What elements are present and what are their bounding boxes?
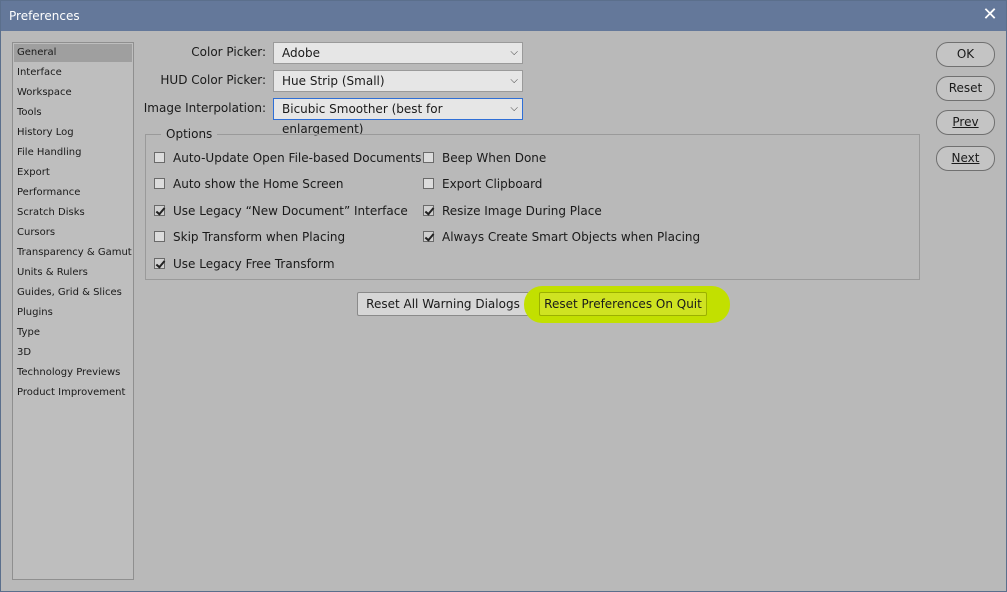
option-label: Resize Image During Place: [442, 204, 602, 218]
option-label: Auto show the Home Screen: [173, 177, 344, 191]
color-picker-label: Color Picker:: [191, 45, 266, 59]
checkbox-unchecked-icon[interactable]: [154, 178, 165, 189]
sidebar-item-type[interactable]: Type: [14, 324, 132, 342]
checkbox-checked-icon[interactable]: [154, 258, 165, 269]
sidebar-item-units-rulers[interactable]: Units & Rulers: [14, 264, 132, 282]
sidebar-item-tools[interactable]: Tools: [14, 104, 132, 122]
sidebar-item-export[interactable]: Export: [14, 164, 132, 182]
title-bar: Preferences ✕: [1, 1, 1006, 31]
window-title: Preferences: [9, 9, 80, 23]
option-label: Beep When Done: [442, 151, 547, 165]
sidebar-item-cursors[interactable]: Cursors: [14, 224, 132, 242]
preferences-sidebar: General Interface Workspace Tools History Lo…: [12, 42, 134, 580]
option-label: Use Legacy “New Document” Interface: [173, 204, 408, 218]
sidebar-item-product-improvement[interactable]: Product Improvement: [14, 384, 132, 402]
option-label: Auto-Update Open File-based Documents: [173, 151, 422, 165]
option-label: Export Clipboard: [442, 177, 543, 191]
checkbox-unchecked-icon[interactable]: [154, 152, 165, 163]
sidebar-item-performance[interactable]: Performance: [14, 184, 132, 202]
checkbox-unchecked-icon[interactable]: [154, 231, 165, 242]
sidebar-item-plugins[interactable]: Plugins: [14, 304, 132, 322]
prev-button[interactable]: Prev: [936, 110, 995, 135]
chevron-down-icon: ⌵: [510, 75, 518, 86]
options-title: Options: [161, 127, 218, 141]
chevron-down-icon: ⌵: [510, 47, 518, 58]
sidebar-item-scratch-disks[interactable]: Scratch Disks: [14, 204, 132, 222]
sidebar-item-interface[interactable]: Interface: [14, 64, 132, 82]
image-interpolation-value: Bicubic Smoother (best for enlargement): [282, 102, 443, 136]
option-label: Always Create Smart Objects when Placing: [442, 230, 701, 244]
checkbox-checked-icon[interactable]: [423, 231, 434, 242]
checkbox-checked-icon[interactable]: [154, 205, 165, 216]
hud-color-picker-value: Hue Strip (Small): [282, 74, 385, 88]
sidebar-item-general[interactable]: General: [14, 44, 132, 62]
close-icon[interactable]: ✕: [978, 4, 1002, 28]
option-label: Skip Transform when Placing: [173, 230, 346, 244]
reset-warning-dialogs-button[interactable]: Reset All Warning Dialogs: [357, 292, 529, 316]
checkbox-checked-icon[interactable]: [423, 205, 434, 216]
reset-preferences-on-quit-button[interactable]: Reset Preferences On Quit: [539, 292, 707, 316]
next-button[interactable]: Next: [936, 146, 995, 171]
option-label: Use Legacy Free Transform: [173, 257, 335, 271]
image-interpolation-label: Image Interpolation:: [143, 101, 266, 115]
hud-color-picker-select[interactable]: Hue Strip (Small) ⌵: [273, 70, 523, 92]
checkbox-unchecked-icon[interactable]: [423, 152, 434, 163]
color-picker-value: Adobe: [282, 46, 320, 60]
sidebar-item-history-log[interactable]: History Log: [14, 124, 132, 142]
image-interpolation-select[interactable]: Bicubic Smoother (best for enlargement) …: [273, 98, 523, 136]
sidebar-item-file-handling[interactable]: File Handling: [14, 144, 132, 162]
preferences-dialog: Preferences ✕ General Interface Workspace T…: [0, 0, 1007, 592]
ok-button[interactable]: OK: [936, 42, 995, 67]
sidebar-item-transparency-gamut[interactable]: Transparency & Gamut: [14, 244, 132, 262]
sidebar-item-3d[interactable]: 3D: [14, 344, 132, 362]
checkbox-unchecked-icon[interactable]: [423, 178, 434, 189]
reset-button[interactable]: Reset: [936, 76, 995, 101]
chevron-down-icon: ⌵: [510, 103, 518, 114]
hud-color-picker-label: HUD Color Picker:: [160, 73, 266, 87]
sidebar-item-workspace[interactable]: Workspace: [14, 84, 132, 102]
sidebar-item-guides-grid-slices[interactable]: Guides, Grid & Slices: [14, 284, 132, 302]
color-picker-select[interactable]: Adobe ⌵: [273, 42, 523, 64]
sidebar-item-technology-previews[interactable]: Technology Previews: [14, 364, 132, 382]
